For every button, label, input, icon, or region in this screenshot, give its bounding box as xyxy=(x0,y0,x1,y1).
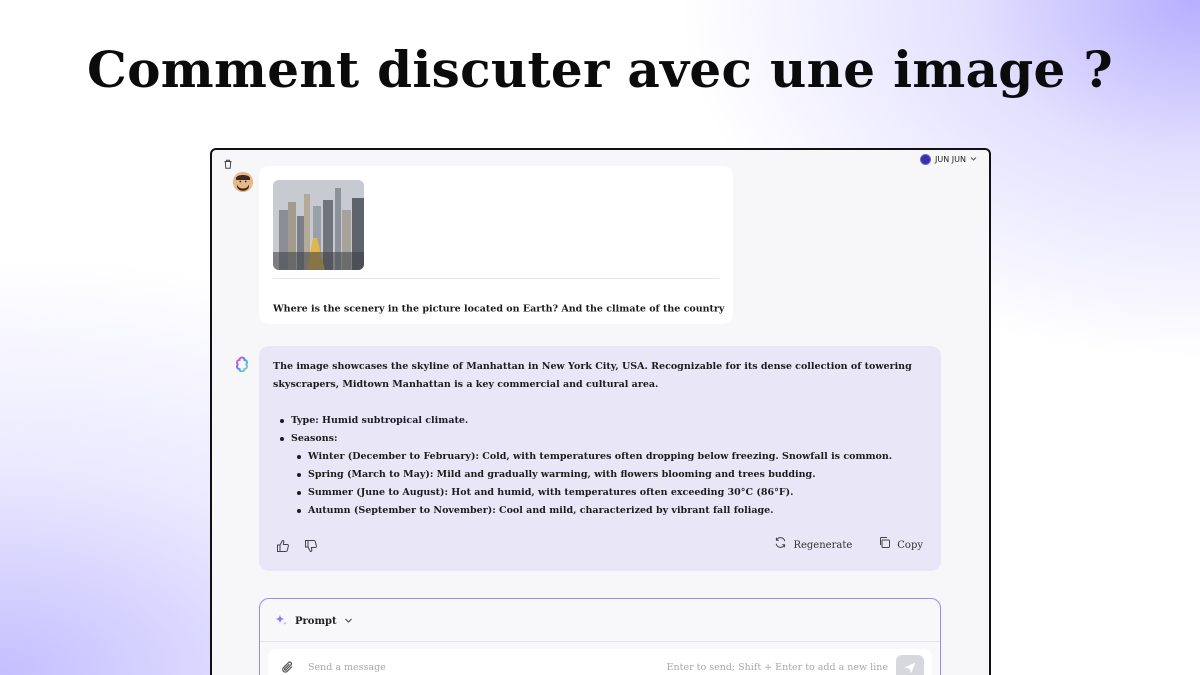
prompt-composer: Prompt Enter to send; Shift + Enter to a… xyxy=(259,598,941,675)
user-name: JUN JUN xyxy=(935,155,966,164)
list-item: Summer (June to August): Hot and humid, … xyxy=(297,484,927,502)
chevron-down-icon xyxy=(970,155,977,164)
message-input-row: Enter to send; Shift + Enter to add a ne… xyxy=(268,649,932,675)
list-item: Spring (March to May): Mild and graduall… xyxy=(297,466,927,484)
trash-icon[interactable] xyxy=(222,155,234,169)
prompt-label: Prompt xyxy=(295,616,337,627)
sparkle-icon xyxy=(274,613,288,630)
paperclip-icon[interactable] xyxy=(280,659,296,675)
thumbs-down-icon[interactable] xyxy=(303,538,319,554)
send-button[interactable] xyxy=(896,655,924,675)
regenerate-label: Regenerate xyxy=(793,540,853,551)
send-icon xyxy=(904,662,916,674)
user-question-text: Where is the scenery in the picture loca… xyxy=(273,303,725,315)
list-item: Type: Humid subtropical climate. xyxy=(280,412,927,430)
uploaded-image[interactable] xyxy=(273,180,364,270)
list-item: Seasons: xyxy=(280,430,927,448)
bubble-divider xyxy=(273,278,719,279)
user-message-bubble: Where is the scenery in the picture loca… xyxy=(259,166,733,324)
refresh-icon xyxy=(774,536,787,556)
ai-action-bar: Regenerate Copy xyxy=(275,537,923,555)
copy-button[interactable]: Copy xyxy=(878,536,923,556)
ai-message-bubble: The image showcases the skyline of Manha… xyxy=(259,346,941,571)
user-avatar xyxy=(233,172,253,192)
chat-window: JUN JUN Where is the scenery in the pict… xyxy=(210,148,991,675)
user-avatar-dot xyxy=(920,154,932,165)
page-headline: Comment discuter avec une image ? xyxy=(87,40,1113,99)
copy-icon xyxy=(878,536,891,556)
ai-logo-icon xyxy=(234,356,250,373)
message-input[interactable] xyxy=(308,659,608,675)
list-item: Winter (December to February): Cold, wit… xyxy=(297,448,927,466)
ai-intro-text: The image showcases the skyline of Manha… xyxy=(273,361,912,390)
list-item: Autumn (September to November): Cool and… xyxy=(297,502,927,520)
copy-label: Copy xyxy=(897,540,923,551)
prompt-divider xyxy=(260,641,940,642)
send-hint: Enter to send; Shift + Enter to add a ne… xyxy=(666,662,888,673)
thumbs-up-icon[interactable] xyxy=(275,538,291,554)
chevron-down-icon xyxy=(344,616,353,628)
user-menu[interactable]: JUN JUN xyxy=(920,154,977,165)
regenerate-button[interactable]: Regenerate xyxy=(774,536,852,556)
prompt-selector[interactable]: Prompt xyxy=(274,613,353,630)
